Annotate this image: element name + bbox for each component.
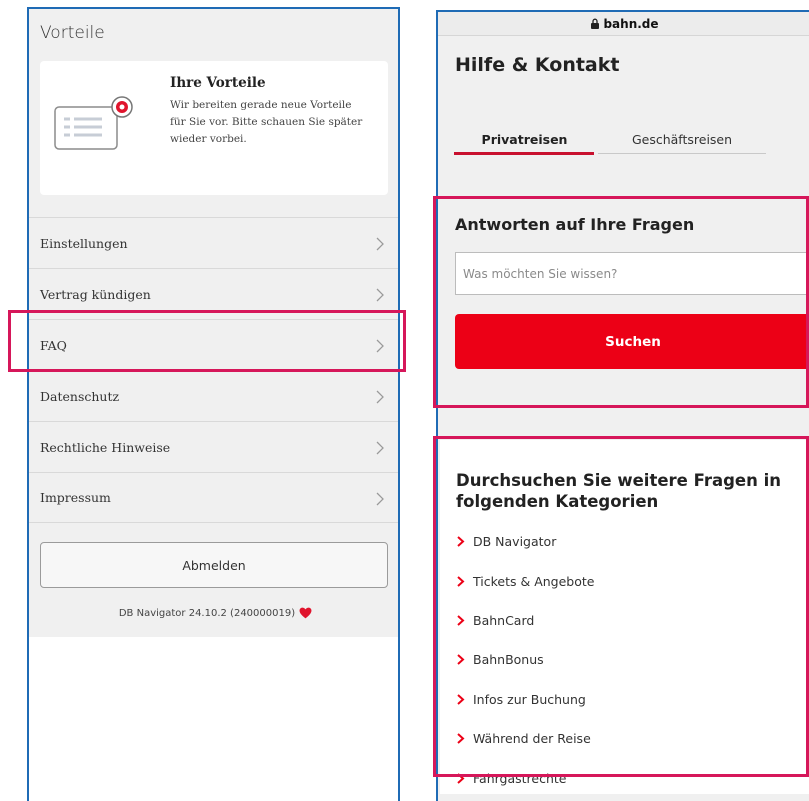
category-label: BahnCard — [473, 612, 535, 628]
categories-section: Durchsuchen Sie weitere Fragen in folgen… — [440, 440, 809, 801]
chevron-right-icon — [457, 536, 465, 547]
tab-geschaeftsreisen[interactable]: Geschäftsreisen — [598, 132, 766, 147]
settings-menu: Einstellungen Vertrag kündigen FAQ Daten… — [29, 217, 398, 523]
chevron-right-icon — [457, 615, 465, 626]
category-link-db-navigator[interactable]: DB Navigator — [456, 522, 594, 561]
category-label: DB Navigator — [473, 534, 557, 550]
browser-url-bar[interactable]: bahn.de — [438, 12, 809, 36]
app-version: DB Navigator 24.10.2 (240000019) — [29, 607, 398, 619]
chevron-right-icon — [457, 733, 465, 744]
benefits-card-icon — [54, 96, 133, 150]
menu-item-label: Rechtliche Hinweise — [40, 439, 171, 455]
category-list: DB Navigator Tickets & Angebote BahnCard… — [456, 522, 594, 798]
card-title: Ihre Vorteile — [170, 75, 266, 91]
category-link-reise[interactable]: Während der Reise — [456, 719, 594, 758]
menu-item-datenschutz[interactable]: Datenschutz — [29, 370, 398, 421]
menu-item-rechtliche-hinweise[interactable]: Rechtliche Hinweise — [29, 421, 398, 472]
category-label: Während der Reise — [473, 731, 591, 747]
categories-heading: Durchsuchen Sie weitere Fragen in folgen… — [456, 471, 781, 511]
search-input[interactable] — [455, 252, 809, 295]
menu-item-einstellungen[interactable]: Einstellungen — [29, 217, 398, 268]
menu-item-label: Datenschutz — [40, 388, 120, 404]
category-label: Fahrgastrechte — [473, 770, 567, 786]
menu-item-label: Vertrag kündigen — [40, 286, 151, 302]
section-heading: Vorteile — [40, 23, 105, 43]
chevron-right-icon — [457, 575, 465, 587]
menu-item-label: Einstellungen — [40, 235, 128, 251]
benefits-card: Ihre Vorteile Wir bereiten gerade neue V… — [40, 61, 388, 195]
menu-item-faq[interactable]: FAQ — [29, 319, 398, 370]
category-label: Tickets & Angebote — [473, 573, 595, 589]
category-link-fahrgastrechte[interactable]: Fahrgastrechte — [456, 758, 594, 797]
chevron-right-icon — [457, 694, 465, 705]
lock-icon — [591, 18, 600, 29]
menu-item-impressum[interactable]: Impressum — [29, 472, 398, 523]
answers-heading: Antworten auf Ihre Fragen — [455, 215, 695, 234]
category-link-bahncard[interactable]: BahnCard — [456, 601, 594, 640]
chevron-right-icon — [376, 441, 384, 455]
category-label: Infos zur Buchung — [473, 691, 586, 707]
menu-item-vertrag-kuendigen[interactable]: Vertrag kündigen — [29, 268, 398, 319]
tab-privatreisen[interactable]: Privatreisen — [455, 132, 594, 147]
search-button[interactable]: Suchen — [455, 314, 809, 369]
bottom-strip — [438, 794, 809, 801]
chevron-right-icon — [457, 772, 465, 784]
menu-item-label: Impressum — [40, 490, 111, 505]
url-text: bahn.de — [603, 16, 659, 31]
category-link-bahnbonus[interactable]: BahnBonus — [456, 640, 594, 679]
category-link-tickets[interactable]: Tickets & Angebote — [456, 561, 594, 600]
category-link-buchung[interactable]: Infos zur Buchung — [456, 680, 594, 719]
page-title: Hilfe & Kontakt — [455, 54, 620, 76]
heart-icon — [299, 607, 312, 619]
chevron-right-icon — [376, 339, 384, 353]
right-screen: bahn.de Hilfe & Kontakt Privatreisen Ges… — [436, 10, 809, 801]
empty-area — [29, 637, 398, 801]
category-label: BahnBonus — [473, 652, 544, 668]
chevron-right-icon — [376, 288, 384, 302]
tab-divider — [598, 153, 766, 154]
active-tab-indicator — [454, 152, 594, 155]
left-screen: Vorteile Ihre Vorteile Wir bereiten gera… — [27, 7, 400, 801]
card-text: Wir bereiten gerade neue Vorteile für Si… — [170, 99, 363, 145]
chevron-right-icon — [376, 390, 384, 404]
chevron-right-icon — [457, 654, 465, 666]
version-text: DB Navigator 24.10.2 (240000019) — [118, 607, 296, 619]
logout-button[interactable]: Abmelden — [40, 542, 388, 588]
menu-item-label: FAQ — [40, 337, 67, 353]
chevron-right-icon — [376, 492, 384, 506]
chevron-right-icon — [376, 237, 384, 251]
